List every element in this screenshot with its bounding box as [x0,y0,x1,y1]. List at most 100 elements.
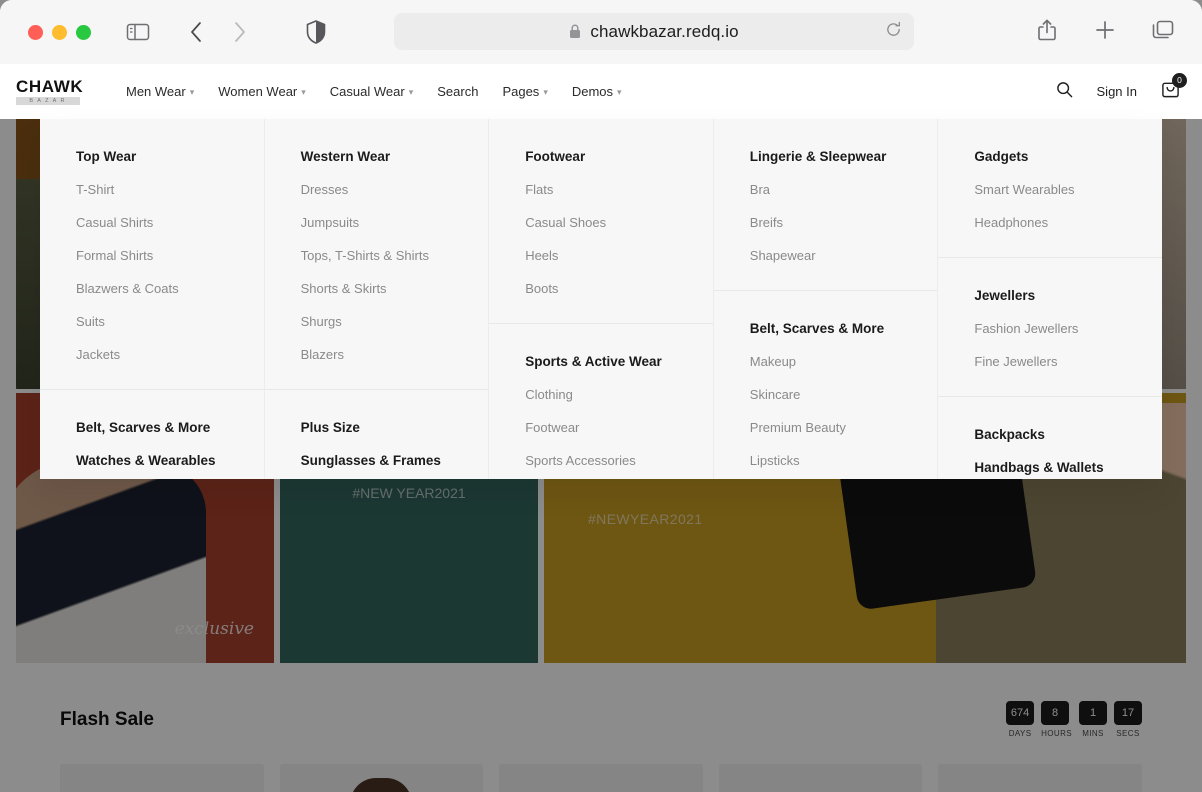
forward-arrow-icon[interactable] [223,15,257,49]
menu-link-bra[interactable]: Bra [750,183,938,196]
mega-menu-group-backpacks: Backpacks Handbags & Wallets [938,396,1162,501]
group-title: Sports & Active Wear [525,354,662,369]
menu-link-jumpsuits[interactable]: Jumpsuits [301,216,489,229]
menu-link-sports-accessories[interactable]: Sports Accessories [525,454,713,467]
maximize-window-button[interactable] [76,24,91,40]
nav-item-women-wear[interactable]: Women Wear ▾ [218,84,306,99]
browser-window: chawkbazar.redq.io CHAWK BAZAR Men Wear … [0,0,1202,792]
menu-link-fashion-jewellers[interactable]: Fashion Jewellers [974,322,1162,335]
sidebar-toggle-icon[interactable] [121,15,155,49]
window-controls [28,24,91,40]
menu-link-heels[interactable]: Heels [525,249,713,262]
tab-overview-icon[interactable] [1146,13,1180,47]
mega-menu-group-sports-active-wear: Sports & Active Wear Clothing Footwear S… [489,323,713,495]
menu-link-jackets[interactable]: Jackets [76,348,264,361]
group-title-belt-scarves[interactable]: Belt, Scarves & More [76,420,264,435]
address-bar[interactable]: chawkbazar.redq.io [394,13,914,50]
menu-link-dresses[interactable]: Dresses [301,183,489,196]
nav-item-pages[interactable]: Pages ▾ [502,84,547,99]
mega-menu-group-western-wear: Western Wear Dresses Jumpsuits Tops, T-S… [265,119,489,389]
cart-count-badge: 0 [1172,72,1187,88]
close-window-button[interactable] [28,24,43,40]
group-title-backpacks[interactable]: Backpacks [974,427,1162,442]
menu-link-clothing[interactable]: Clothing [525,388,713,401]
nav-item-demos[interactable]: Demos ▾ [572,84,622,99]
site-logo[interactable]: CHAWK BAZAR [16,76,84,106]
mega-menu-column-1: Top Wear T-Shirt Casual Shirts Formal Sh… [40,119,265,479]
menu-link-smart-wearables[interactable]: Smart Wearables [974,183,1162,196]
menu-link-makeup[interactable]: Makeup [750,355,938,368]
menu-link-flats[interactable]: Flats [525,183,713,196]
search-icon[interactable] [1056,81,1073,103]
web-page: CHAWK BAZAR Men Wear ▾ Women Wear ▾ Casu… [0,64,1202,792]
group-title: Western Wear [300,149,391,164]
nav-label: Search [437,84,479,99]
menu-link-tshirt[interactable]: T-Shirt [76,183,264,196]
mega-menu-column-4: Lingerie & Sleepwear Bra Breifs Shapewea… [713,119,939,479]
reload-icon[interactable] [885,21,902,43]
nav-item-casual-wear[interactable]: Casual Wear ▾ [330,84,413,99]
url-text: chawkbazar.redq.io [590,21,739,41]
menu-link-shurgs[interactable]: Shurgs [301,315,489,328]
mega-menu-group-belt-scarves: Belt, Scarves & More Watches & Wearables [40,389,264,494]
chevron-down-icon: ▾ [408,87,414,97]
privacy-shield-icon[interactable] [299,15,333,49]
cart-button[interactable]: 0 [1161,72,1187,104]
menu-link-fine-jewellers[interactable]: Fine Jewellers [974,355,1162,368]
minimize-window-button[interactable] [52,24,67,40]
menu-link-boots[interactable]: Boots [525,282,713,295]
mega-menu-group-gadgets: Gadgets Smart Wearables Headphones [938,119,1162,257]
group-title: Top Wear [76,149,137,164]
header-actions: Sign In 0 [1056,72,1187,104]
group-title-handbags-wallets[interactable]: Handbags & Wallets [974,460,1162,475]
new-tab-plus-icon[interactable] [1088,13,1122,47]
group-title: Lingerie & Sleepwear [749,149,887,164]
menu-link-premium-beauty[interactable]: Premium Beauty [750,421,938,434]
menu-link-breifs[interactable]: Breifs [750,216,938,229]
share-icon[interactable] [1030,13,1064,47]
mega-menu-group-belt-scarves-more: Belt, Scarves & More Makeup Skincare Pre… [713,290,938,495]
mega-menu-group-plus-size: Plus Size Sunglasses & Frames [264,389,489,494]
group-title-sunglasses-frames[interactable]: Sunglasses & Frames [301,453,489,468]
chevron-down-icon: ▾ [301,87,306,97]
menu-link-tops-tshirts-shirts[interactable]: Tops, T-Shirts & Shirts [301,249,489,262]
group-title: Jewellers [974,288,1036,303]
group-title: Belt, Scarves & More [749,321,885,336]
logo-primary-text: CHAWK [16,76,84,96]
browser-toolbar: chawkbazar.redq.io [0,0,1202,64]
group-title: Gadgets [974,149,1029,164]
menu-link-blazers-coats[interactable]: Blazwers & Coats [76,282,264,295]
group-title-watches-wearables[interactable]: Watches & Wearables [76,453,264,468]
chevron-down-icon: ▾ [189,87,195,97]
mega-menu-column-5: Gadgets Smart Wearables Headphones Jewel… [938,119,1162,479]
mega-menu-group-footwear: Footwear Flats Casual Shoes Heels Boots [489,119,713,323]
menu-link-headphones[interactable]: Headphones [974,216,1162,229]
logo-secondary-text: BAZAR [16,96,80,106]
nav-item-men-wear[interactable]: Men Wear ▾ [126,84,194,99]
menu-link-blazers[interactable]: Blazers [301,348,489,361]
site-header: CHAWK BAZAR Men Wear ▾ Women Wear ▾ Casu… [0,64,1202,119]
menu-link-shapewear[interactable]: Shapewear [750,249,938,262]
main-navigation: Men Wear ▾ Women Wear ▾ Casual Wear ▾ Se… [126,84,622,99]
menu-link-casual-shoes[interactable]: Casual Shoes [525,216,713,229]
mega-menu-group-jewellers: Jewellers Fashion Jewellers Fine Jewelle… [938,257,1162,396]
group-title-plus-size[interactable]: Plus Size [301,420,489,435]
group-title: Footwear [525,149,586,164]
menu-link-skincare[interactable]: Skincare [750,388,938,401]
back-arrow-icon[interactable] [179,15,213,49]
nav-label: Pages [502,84,540,99]
menu-link-suits[interactable]: Suits [76,315,264,328]
menu-link-lipsticks[interactable]: Lipsticks [750,454,938,467]
menu-link-sports-footwear[interactable]: Footwear [525,421,713,434]
mega-menu-group-lingerie-sleepwear: Lingerie & Sleepwear Bra Breifs Shapewea… [714,119,938,290]
menu-link-formal-shirts[interactable]: Formal Shirts [76,249,264,262]
lock-icon [570,24,581,38]
menu-link-shorts-skirts[interactable]: Shorts & Skirts [301,282,489,295]
nav-label: Casual Wear [329,84,405,99]
mega-menu-group-top-wear: Top Wear T-Shirt Casual Shirts Formal Sh… [40,119,264,389]
sign-in-button[interactable]: Sign In [1097,84,1137,99]
nav-item-search[interactable]: Search [437,84,478,99]
menu-link-casual-shirts[interactable]: Casual Shirts [76,216,264,229]
nav-label: Women Wear [218,84,298,99]
nav-label: Demos [571,84,614,99]
